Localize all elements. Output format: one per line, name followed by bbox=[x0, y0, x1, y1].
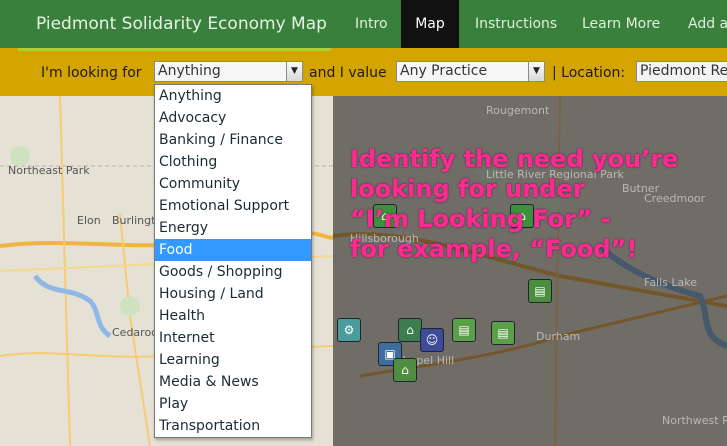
location-select[interactable]: Piedmont Re bbox=[636, 61, 727, 82]
town-label: Durham bbox=[536, 330, 581, 343]
annotation-line: looking for under bbox=[350, 175, 585, 203]
dropdown-option[interactable]: Emotional Support bbox=[155, 195, 311, 217]
looking-for-select[interactable]: Anything ▼ bbox=[154, 61, 303, 82]
dropdown-option[interactable]: Food bbox=[155, 239, 311, 261]
dropdown-option[interactable]: Internet bbox=[155, 327, 311, 349]
dropdown-option[interactable]: Goods / Shopping bbox=[155, 261, 311, 283]
town-label: Northwest Raleigh bbox=[662, 414, 727, 427]
town-label: Elon bbox=[77, 214, 101, 227]
map-marker[interactable]: ⌂ bbox=[393, 358, 417, 382]
location-label: | Location: bbox=[552, 65, 626, 81]
chevron-down-icon[interactable]: ▼ bbox=[528, 62, 544, 81]
park-area bbox=[120, 296, 140, 316]
looking-for-label: I'm looking for bbox=[41, 65, 142, 81]
town-label: Falls Lake bbox=[644, 276, 698, 289]
instruction-annotation: Identify the need you’re looking for und… bbox=[350, 144, 690, 264]
top-navbar: Piedmont Solidarity Economy Map Intro Ma… bbox=[0, 0, 727, 48]
dropdown-option[interactable]: Learning bbox=[155, 349, 311, 371]
site-title[interactable]: Piedmont Solidarity Economy Map bbox=[36, 14, 327, 34]
town-label: Rougemont bbox=[486, 104, 550, 117]
nav-learn-more[interactable]: Learn More bbox=[580, 0, 662, 48]
dropdown-option[interactable]: Community bbox=[155, 173, 311, 195]
town-label: Northeast Park bbox=[8, 164, 90, 177]
nav-intro[interactable]: Intro bbox=[353, 0, 390, 48]
practice-select[interactable]: Any Practice ▼ bbox=[396, 61, 545, 82]
dropdown-option[interactable]: Transportation bbox=[155, 415, 311, 437]
dropdown-option[interactable]: Energy bbox=[155, 217, 311, 239]
park-area bbox=[10, 146, 30, 166]
dropdown-option[interactable]: Media & News bbox=[155, 371, 311, 393]
dropdown-option[interactable]: Advocacy bbox=[155, 107, 311, 129]
looking-for-value: Anything bbox=[158, 63, 221, 79]
filter-bar: I'm looking for Anything ▼ and I value A… bbox=[0, 48, 727, 96]
dropdown-option[interactable]: Play bbox=[155, 393, 311, 415]
dropdown-option[interactable]: Clothing bbox=[155, 151, 311, 173]
value-label: and I value bbox=[309, 65, 387, 81]
dropdown-option[interactable]: Health bbox=[155, 305, 311, 327]
filter-accent bbox=[18, 48, 331, 51]
map-marker[interactable]: ⌂ bbox=[398, 318, 422, 342]
dropdown-option[interactable]: Anything bbox=[155, 85, 311, 107]
dropdown-option[interactable]: Housing / Land bbox=[155, 283, 311, 305]
map-marker[interactable]: ▤ bbox=[528, 279, 552, 303]
map-marker[interactable]: ⚙ bbox=[337, 318, 361, 342]
map-marker[interactable]: ▤ bbox=[491, 321, 515, 345]
location-value: Piedmont Re bbox=[640, 63, 727, 79]
annotation-line: “I’m Looking For” - bbox=[350, 205, 611, 233]
map-marker[interactable]: ☺ bbox=[420, 328, 444, 352]
practice-value: Any Practice bbox=[400, 63, 488, 79]
map-marker[interactable]: ▤ bbox=[452, 318, 476, 342]
annotation-line: Identify the need you’re bbox=[350, 145, 679, 173]
nav-add[interactable]: Add a bbox=[686, 0, 727, 48]
nav-instructions[interactable]: Instructions bbox=[473, 0, 559, 48]
chevron-down-icon[interactable]: ▼ bbox=[286, 62, 302, 81]
looking-for-dropdown-menu: Anything Advocacy Banking / Finance Clothin… bbox=[154, 84, 312, 438]
nav-map[interactable]: Map bbox=[401, 0, 459, 48]
annotation-line: for example, “Food”! bbox=[350, 235, 638, 263]
dropdown-option[interactable]: Banking / Finance bbox=[155, 129, 311, 151]
